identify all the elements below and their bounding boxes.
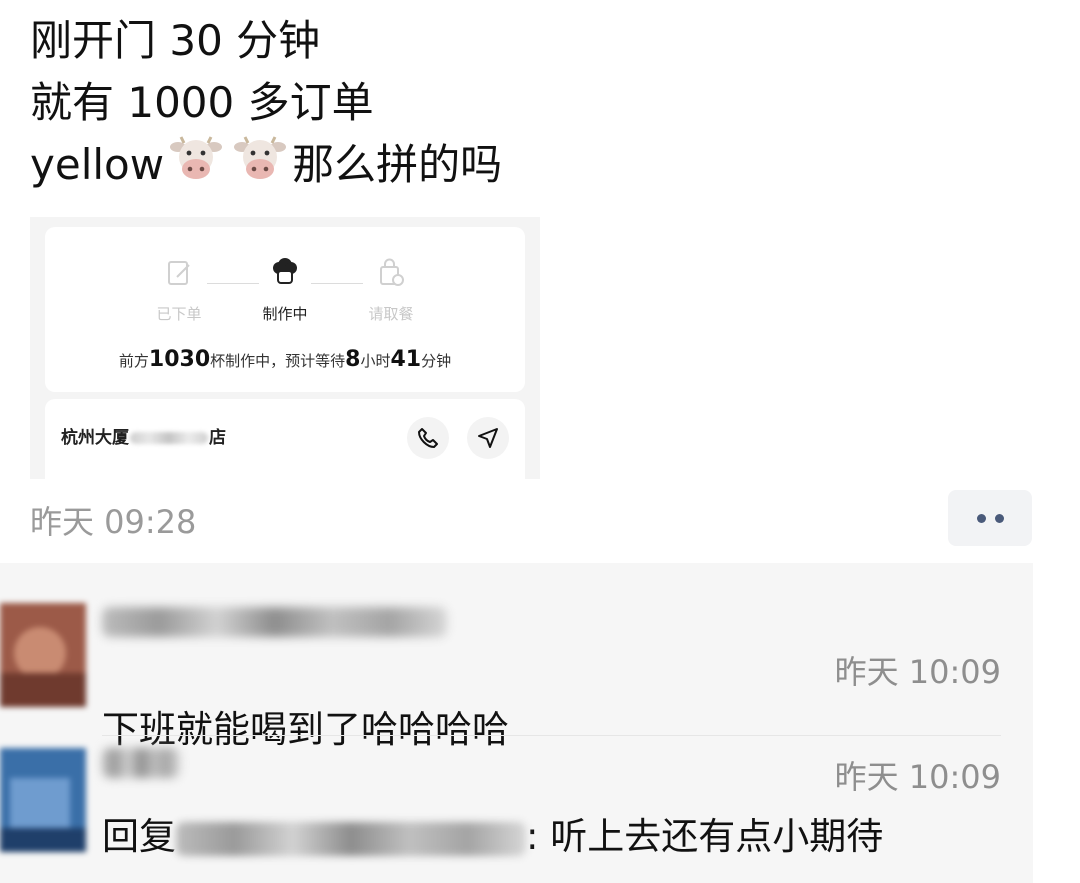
step-order-placed: 已下单 bbox=[129, 257, 229, 324]
store-name: 杭州大厦 店 bbox=[61, 423, 226, 448]
cow-face-icon bbox=[170, 135, 223, 200]
chef-hat-icon bbox=[270, 257, 300, 287]
comment-time: 昨天 10:09 bbox=[834, 758, 1001, 796]
store-name-start: 杭州大厦 bbox=[61, 428, 129, 448]
divider bbox=[102, 735, 1001, 736]
post-line-3-text: yellow bbox=[30, 140, 165, 189]
wait-info: 前方1030杯制作中，预计等待8小时41分钟 bbox=[45, 347, 525, 372]
post-time: 昨天 09:28 bbox=[30, 503, 197, 541]
comment-body: 下班就能喝到了哈哈哈哈 bbox=[102, 708, 509, 751]
order-screenshot[interactable]: 已下单 制作中 请取餐 前方1030杯制作中，预计等待8小时41分钟 杭州大厦 … bbox=[30, 217, 540, 479]
more-dots-icon bbox=[994, 513, 1004, 523]
navigation-icon bbox=[478, 428, 498, 448]
post-line-3-rest: 那么拼的吗 bbox=[292, 140, 503, 189]
wait-hours: 8 bbox=[345, 347, 361, 372]
comment-item[interactable]: 昨天 10:09 回复 : 听上去还有点小期待 bbox=[0, 748, 1033, 878]
reply-text: : 听上去还有点小期待 bbox=[526, 815, 884, 858]
store-name-end: 店 bbox=[209, 428, 226, 448]
redacted-reply-target[interactable] bbox=[176, 821, 526, 856]
order-progress-steps: 已下单 制作中 请取餐 bbox=[45, 257, 525, 327]
step-pickup: 请取餐 bbox=[341, 257, 441, 324]
step-label: 请取餐 bbox=[368, 305, 414, 323]
comment-time: 昨天 10:09 bbox=[834, 653, 1001, 691]
step-label: 制作中 bbox=[262, 305, 308, 323]
order-status-card: 已下单 制作中 请取餐 前方1030杯制作中，预计等待8小时41分钟 bbox=[45, 227, 525, 392]
phone-icon bbox=[418, 428, 438, 448]
reply-prefix: 回复 bbox=[102, 815, 176, 858]
avatar[interactable] bbox=[0, 748, 86, 852]
comment-item[interactable]: 昨天 10:09 下班就能喝到了哈哈哈哈 bbox=[0, 603, 1033, 751]
step-label: 已下单 bbox=[156, 305, 202, 323]
comment-body: 回复 : 听上去还有点小期待 bbox=[102, 806, 883, 860]
wait-middle: 杯制作中，预计等待 bbox=[210, 352, 346, 370]
more-button[interactable] bbox=[948, 490, 1032, 546]
post-line-2: 就有 1000 多订单 bbox=[30, 78, 374, 127]
wait-minutes: 41 bbox=[390, 347, 422, 372]
pickup-bag-icon bbox=[376, 257, 406, 287]
hours-unit: 小时 bbox=[360, 352, 391, 370]
order-placed-icon bbox=[164, 257, 194, 287]
wait-prefix: 前方 bbox=[118, 352, 149, 370]
cups-ahead: 1030 bbox=[148, 347, 211, 372]
comments-section: 昨天 10:09 下班就能喝到了哈哈哈哈 昨天 10:09 回复 : 听上去还有点… bbox=[0, 563, 1033, 883]
post-content: 刚开门 30 分钟 就有 1000 多订单 yellow 那么拼的吗 bbox=[30, 10, 502, 200]
post-line-3: yellow 那么拼的吗 bbox=[30, 134, 502, 200]
commenter-name-redacted[interactable] bbox=[102, 748, 182, 782]
phone-button[interactable] bbox=[407, 417, 449, 459]
more-dots-icon bbox=[976, 513, 986, 523]
cow-face-icon bbox=[234, 135, 287, 200]
redacted-text bbox=[130, 432, 208, 444]
step-making: 制作中 bbox=[235, 257, 335, 324]
commenter-name-redacted[interactable] bbox=[102, 607, 462, 641]
navigation-button[interactable] bbox=[467, 417, 509, 459]
minutes-unit: 分钟 bbox=[421, 352, 452, 370]
post-line-1: 刚开门 30 分钟 bbox=[30, 16, 321, 65]
store-card: 杭州大厦 店 bbox=[45, 399, 525, 479]
avatar[interactable] bbox=[0, 603, 86, 707]
